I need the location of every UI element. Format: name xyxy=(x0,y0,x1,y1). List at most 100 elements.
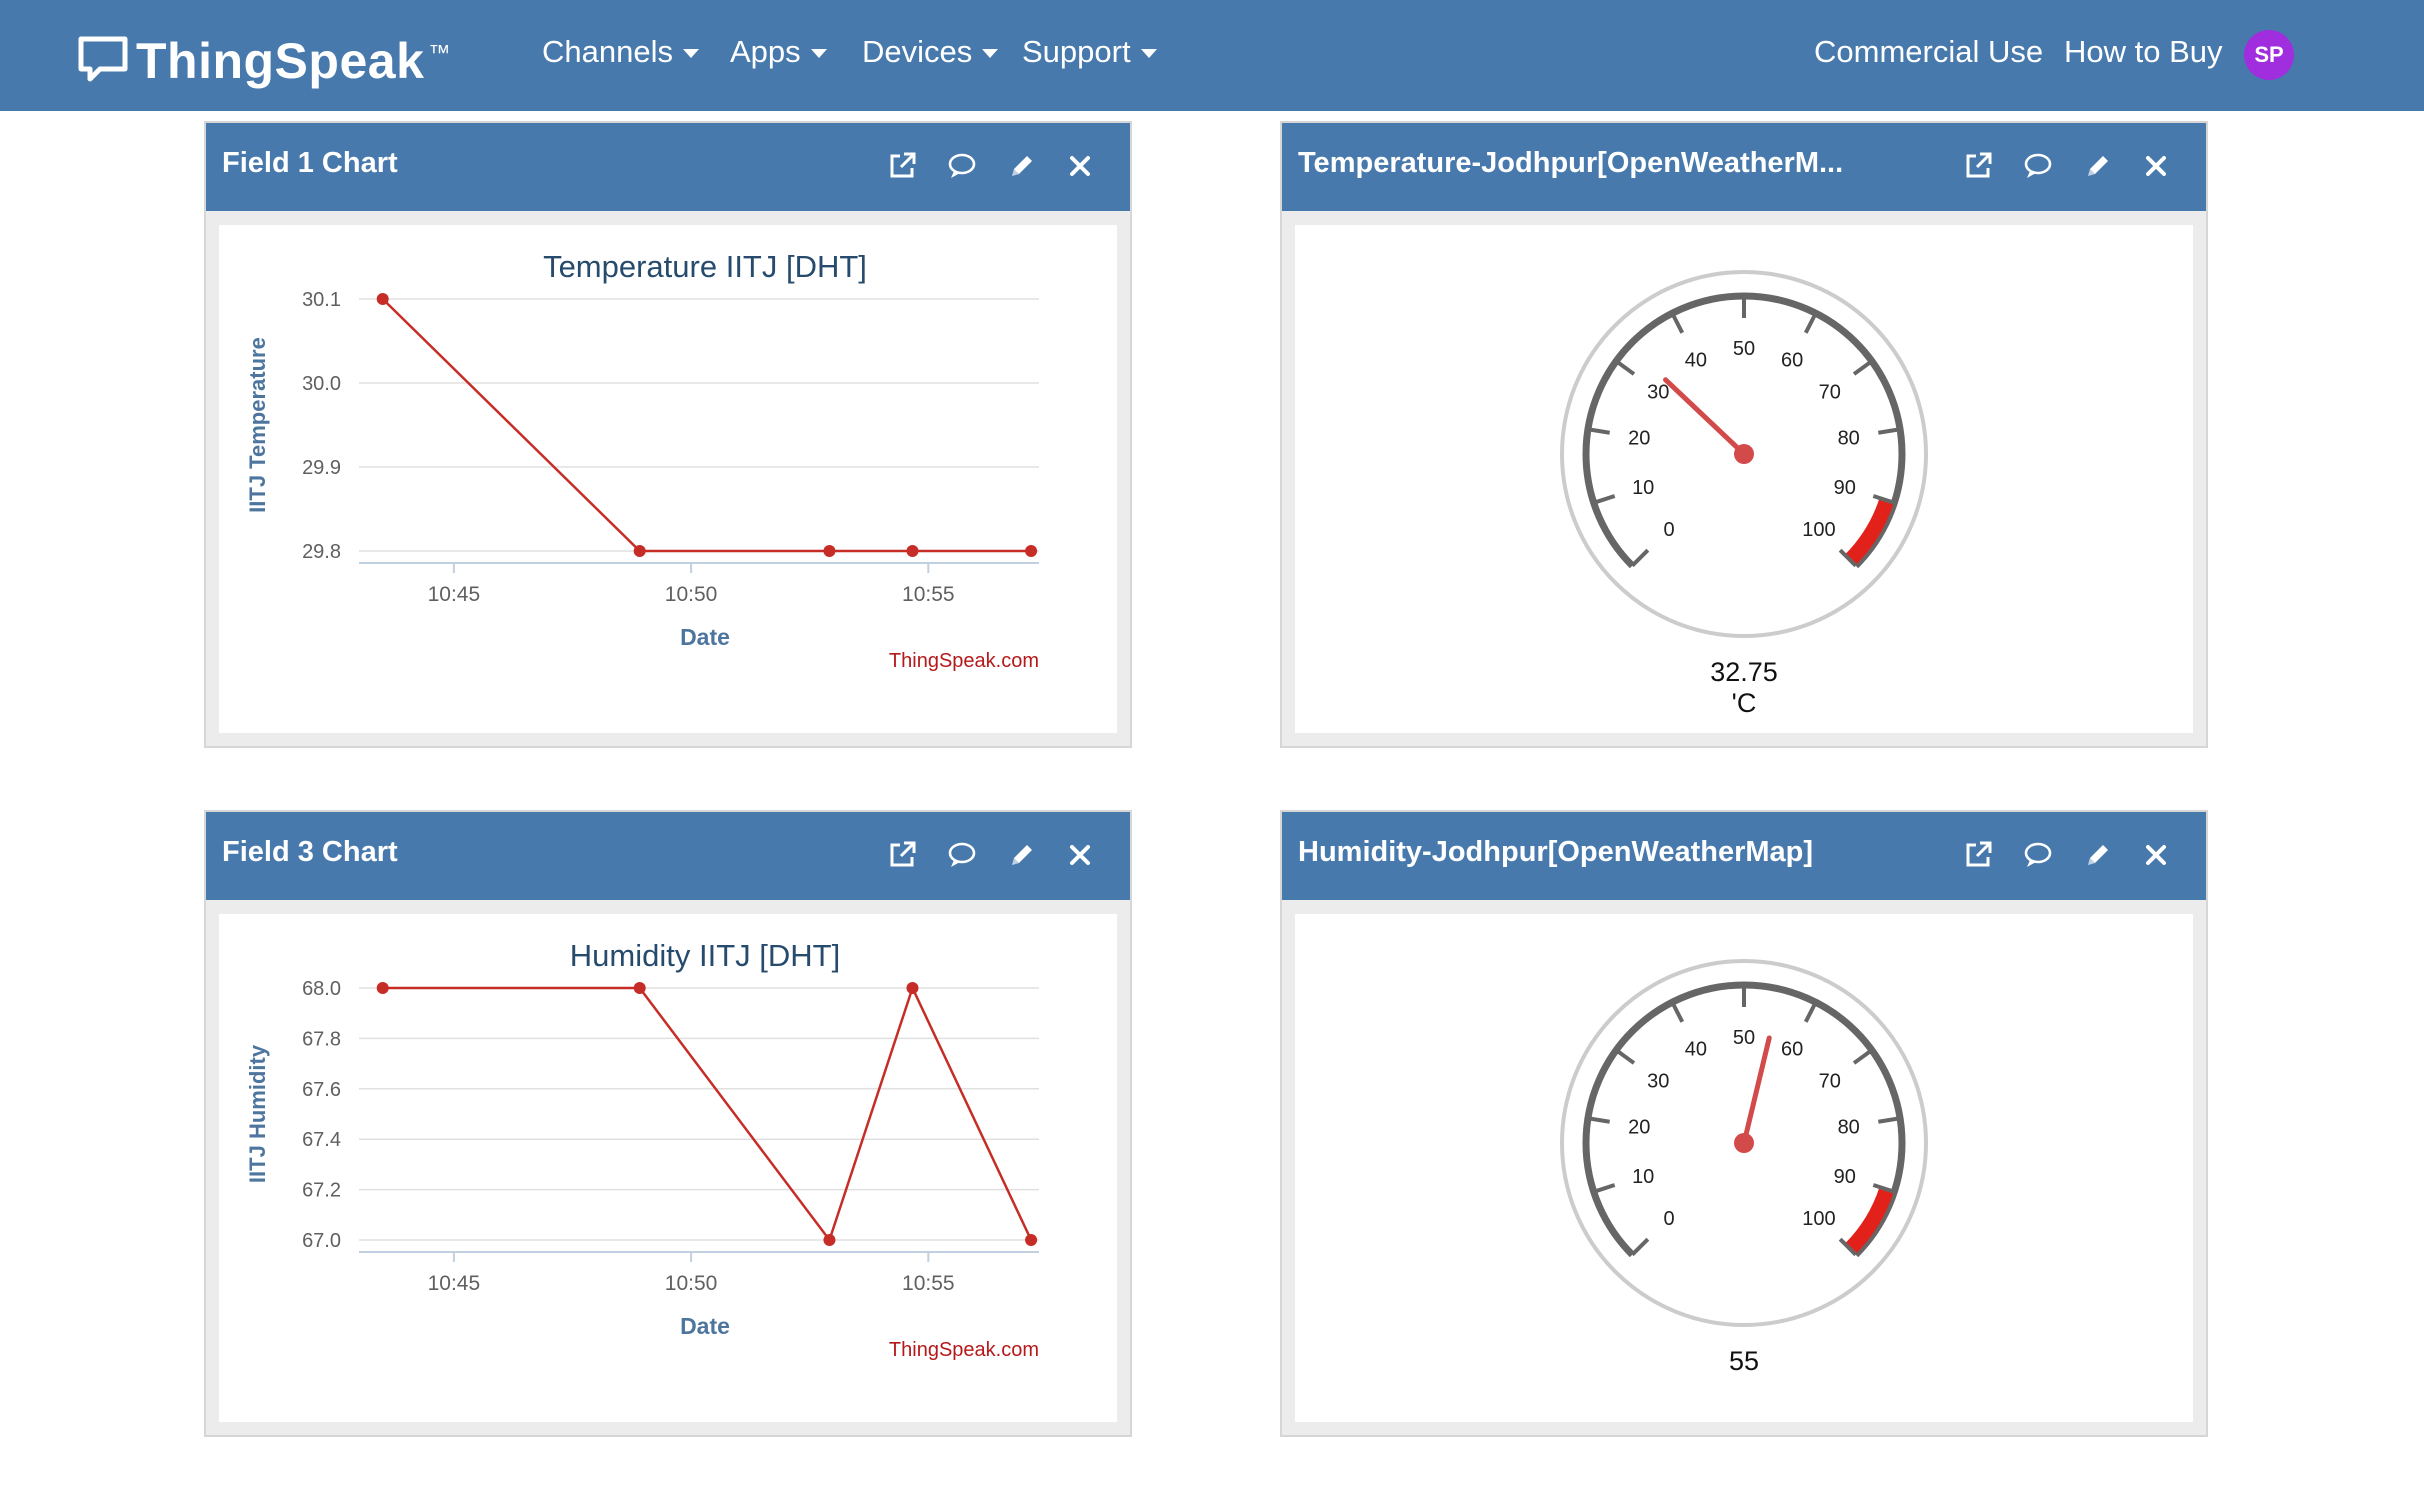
gauge-tick-label: 80 xyxy=(1838,427,1860,449)
panel-field1-chart: Field 1 Chart 29.8 29.9 30.0 30.1 10:45 10:50… xyxy=(204,121,1132,748)
data-point xyxy=(823,545,836,557)
gauge-tick-label: 40 xyxy=(1685,350,1707,372)
data-point xyxy=(633,545,646,557)
comment-icon[interactable] xyxy=(946,150,978,182)
how-to-buy-link[interactable]: How to Buy xyxy=(2064,34,2223,70)
top-navbar: ThingSpeak ™ Channels Apps Devices Suppor… xyxy=(0,0,2424,111)
y-tick-label: 67.4 xyxy=(302,1129,341,1151)
panel-title: Field 1 Chart xyxy=(222,147,398,179)
gauge-tick-label: 60 xyxy=(1781,1039,1803,1061)
external-link-icon[interactable] xyxy=(886,839,918,871)
y-tick-label: 29.9 xyxy=(302,457,341,479)
y-tick-label: 67.6 xyxy=(302,1079,341,1101)
close-icon[interactable] xyxy=(2140,150,2172,182)
menu-support[interactable]: Support xyxy=(1022,34,1157,70)
series-line xyxy=(381,298,1032,553)
panel-header: Field 1 Chart xyxy=(206,123,1130,211)
pencil-icon[interactable] xyxy=(1006,150,1038,182)
panel-title: Temperature-Jodhpur[OpenWeatherM... xyxy=(1298,147,1844,179)
chevron-down-icon xyxy=(1140,49,1157,59)
external-link-icon[interactable] xyxy=(1962,839,1994,871)
comment-icon[interactable] xyxy=(2022,150,2054,182)
panel-body: 0 10 20 30 40 50 60 70 80 90 100 55 xyxy=(1295,914,2193,1422)
gauge-tick-label: 30 xyxy=(1647,1071,1669,1093)
gauge-value: 32.75 xyxy=(1710,657,1778,687)
line-chart: 29.8 29.9 30.0 30.1 10:45 10:50 10:55 Temperatu… xyxy=(245,249,1039,672)
y-tick-label: 67.2 xyxy=(302,1180,341,1202)
x-axis-title: Date xyxy=(680,624,730,650)
gauge-tick-label: 0 xyxy=(1663,1208,1674,1230)
data-point xyxy=(376,982,389,994)
gauge-tick-label: 90 xyxy=(1834,477,1856,499)
panel-body: 29.8 29.9 30.0 30.1 10:45 10:50 10:55 Temperatu… xyxy=(219,225,1117,733)
data-point xyxy=(906,982,919,994)
panel-humidity-gauge: Humidity-Jodhpur[OpenWeatherMap] 0 10 20 30… xyxy=(1280,810,2208,1437)
gauge-tick-label: 70 xyxy=(1819,1071,1841,1093)
comment-icon[interactable] xyxy=(946,839,978,871)
user-avatar[interactable]: SP xyxy=(2244,30,2294,80)
pencil-icon[interactable] xyxy=(2082,839,2114,871)
data-point xyxy=(1025,545,1038,557)
gauge-tick-label: 20 xyxy=(1628,1116,1650,1138)
x-tick-label: 10:55 xyxy=(902,583,955,606)
pencil-icon[interactable] xyxy=(1006,839,1038,871)
menu-apps[interactable]: Apps xyxy=(730,34,827,70)
gauge-tick-label: 60 xyxy=(1781,350,1803,372)
line-chart: 67.0 67.2 67.4 67.6 67.8 68.0 10:45 10:50 10:55 H… xyxy=(245,938,1039,1361)
gauge-hub xyxy=(1734,1133,1754,1153)
chevron-down-icon xyxy=(982,49,999,59)
data-point xyxy=(633,982,646,994)
panel-body: 67.0 67.2 67.4 67.6 67.8 68.0 10:45 10:50 10:55 H… xyxy=(219,914,1117,1422)
brand-name: ThingSpeak ™ xyxy=(136,33,451,89)
pencil-icon[interactable] xyxy=(2082,150,2114,182)
x-tick-label: 10:45 xyxy=(428,583,481,606)
x-tick-label: 10:50 xyxy=(665,583,718,606)
menu-label: Devices xyxy=(862,34,973,69)
y-tick-label: 30.0 xyxy=(302,373,341,395)
gauge-tick-label: 0 xyxy=(1663,519,1674,541)
menu-label: Support xyxy=(1022,34,1131,69)
gauge-tick-label: 50 xyxy=(1733,338,1755,360)
chevron-down-icon xyxy=(810,49,827,59)
x-tick-label: 10:50 xyxy=(665,1272,718,1295)
comment-icon[interactable] xyxy=(2022,839,2054,871)
commercial-use-link[interactable]: Commercial Use xyxy=(1814,34,2043,70)
close-icon[interactable] xyxy=(1064,150,1096,182)
chart-credit: ThingSpeak.com xyxy=(889,650,1039,672)
gauge-chart: 0 10 20 30 40 50 60 70 80 90 100 55 xyxy=(1560,959,1928,1376)
y-tick-label: 67.0 xyxy=(302,1230,341,1252)
close-icon[interactable] xyxy=(1064,839,1096,871)
panel-title: Humidity-Jodhpur[OpenWeatherMap] xyxy=(1298,836,1814,868)
gauge-tick-label: 10 xyxy=(1632,477,1654,499)
gauge-tick-label: 100 xyxy=(1802,519,1835,541)
chart-title: Humidity IITJ [DHT] xyxy=(570,938,840,973)
gauge-units: 'C xyxy=(1732,688,1757,718)
data-point xyxy=(376,293,389,305)
data-point xyxy=(1025,1234,1038,1246)
chart-title: Temperature IITJ [DHT] xyxy=(543,249,867,284)
gauge-tick-label: 20 xyxy=(1628,427,1650,449)
chart-credit: ThingSpeak.com xyxy=(889,1339,1039,1361)
external-link-icon[interactable] xyxy=(886,150,918,182)
gauge-value: 55 xyxy=(1729,1346,1759,1376)
menu-devices[interactable]: Devices xyxy=(862,34,999,70)
y-axis-title: IITJ Temperature xyxy=(245,337,270,513)
y-tick-label: 30.1 xyxy=(302,289,341,311)
y-tick-label: 29.8 xyxy=(302,541,341,563)
external-link-icon[interactable] xyxy=(1962,150,1994,182)
gauge-tick-label: 90 xyxy=(1834,1166,1856,1188)
menu-channels[interactable]: Channels xyxy=(542,34,699,70)
data-point xyxy=(823,1234,836,1246)
close-icon[interactable] xyxy=(2140,839,2172,871)
panel-header: Temperature-Jodhpur[OpenWeatherM... xyxy=(1282,123,2206,211)
panel-field3-chart: Field 3 Chart 67.0 67.2 67.4 67.6 67.8 68.0 10… xyxy=(204,810,1132,1437)
data-point xyxy=(906,545,919,557)
panel-temperature-gauge: Temperature-Jodhpur[OpenWeatherM... 0 10 2… xyxy=(1280,121,2208,748)
menu-label: Channels xyxy=(542,34,673,69)
y-tick-label: 68.0 xyxy=(302,978,341,1000)
gauge-tick-label: 10 xyxy=(1632,1166,1654,1188)
gauge-tick-label: 100 xyxy=(1802,1208,1835,1230)
gauge-tick-label: 40 xyxy=(1685,1039,1707,1061)
gauge-tick-label: 70 xyxy=(1819,382,1841,404)
gauge-chart: 0 10 20 30 40 50 60 70 80 90 100 32.75'C xyxy=(1560,270,1928,718)
